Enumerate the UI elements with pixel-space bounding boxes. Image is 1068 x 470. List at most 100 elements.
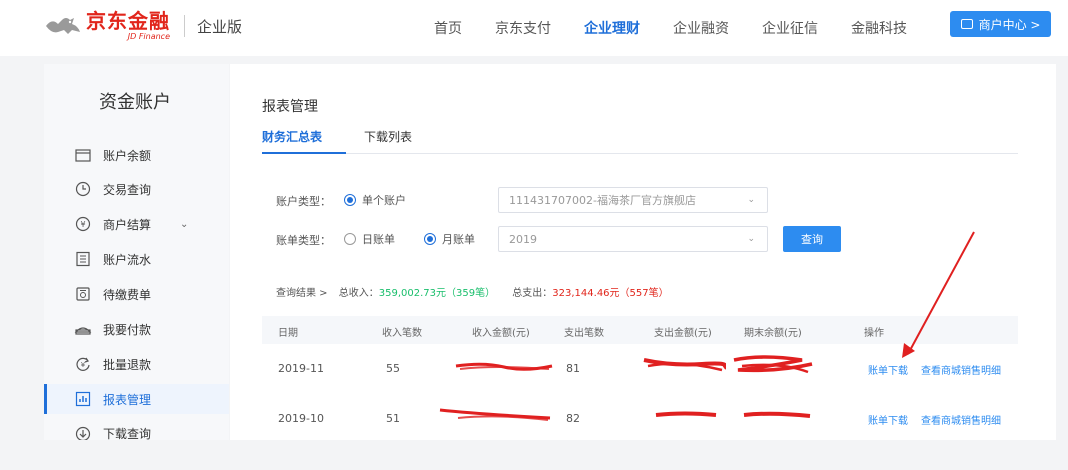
cell-income-count: 51 [386,412,400,425]
jd-dog-logo-icon [44,12,84,40]
sidebar-item-label: 账户余额 [103,148,152,163]
radio-label: 单个账户 [362,194,406,207]
top-bar: 京东金融 JD Finance 企业版 首页 京东支付 企业理财 企业融资 企业… [0,0,1068,56]
logo-divider [184,15,185,37]
radio-daily-bill[interactable]: 日账单 [344,231,395,247]
sidebar-item-label: 报表管理 [103,392,152,407]
clock-icon [74,180,92,198]
brand-name-cn: 京东金融 [86,9,170,33]
sidebar-item-transaction-query[interactable]: 交易查询 [44,174,229,204]
svg-text:¥: ¥ [81,361,86,369]
table-row: 2019-11 55 81 账单下载 查看商城销售明细 [262,348,1018,388]
sidebar-item-account-balance[interactable]: 账户余额 [44,140,229,170]
chevron-down-icon: ⌄ [747,234,755,244]
income-label: 总收入： [338,288,379,299]
report-tabs: 财务汇总表 下载列表 [262,128,1018,154]
nav-item-fintech[interactable]: 金融科技 [851,18,907,38]
yen-icon: ¥ [74,215,92,233]
bill-download-link[interactable]: 账单下载 [868,362,908,377]
chevron-down-icon: ⌄ [747,195,755,205]
expense-value: 323,144.46元（557笔） [552,288,669,299]
query-summary: 查询结果 > 总收入：359,002.73元（359笔） 总支出：323,144… [276,284,669,299]
tab-download-list[interactable]: 下载列表 [364,128,412,154]
account-type-label: 账户类型： [276,195,331,208]
brand-name-en: JD Finance [127,32,170,41]
sidebar-item-make-payment[interactable]: 我要付款 [44,314,229,344]
active-indicator [44,384,47,414]
cell-date: 2019-11 [278,362,324,375]
wallet-icon [74,146,92,164]
bill-download-link[interactable]: 账单下载 [868,412,908,427]
cell-expense-count: 82 [566,412,580,425]
merchant-center-label: 商户中心 > [978,17,1041,32]
nav-item-enterprise-wealth[interactable]: 企业理财 [584,18,640,38]
redaction-scribble [655,411,717,417]
sidebar-item-label: 待缴费单 [103,287,152,302]
sidebar-item-label: 下载查询 [103,427,152,440]
col-income-amount: 收入金额(元) [472,328,530,339]
table-header: 日期 收入笔数 收入金额(元) 支出笔数 支出金额(元) 期末余额(元) 操作 [262,316,1018,344]
ledger-icon [74,250,92,268]
nav-item-enterprise-financing[interactable]: 企业融资 [673,18,729,38]
jd-finance-logo[interactable]: 京东金融 JD Finance 企业版 [44,8,242,44]
sidebar-item-account-flow[interactable]: 账户流水 [44,244,229,274]
table-row: 2019-10 51 82 账单下载 查看商城销售明细 [262,398,1018,438]
chevron-down-icon[interactable]: ⌄ [180,219,188,230]
summary-label: 查询结果 > [276,288,328,299]
cell-date: 2019-10 [278,412,324,425]
nav-item-enterprise-credit[interactable]: 企业征信 [762,18,818,38]
sidebar: 资金账户 账户余额 交易查询 ¥ 商户结算 ⌄ 账户流水 待缴费单 我要付款 ¥… [44,64,229,440]
redaction-scribble [643,358,726,372]
main-panel: 报表管理 财务汇总表 下载列表 账户类型： 单个账户 111431707002-… [230,64,1056,440]
sidebar-item-download-query[interactable]: 下载查询 [44,419,229,440]
account-select[interactable]: 111431707002-福海茶厂官方旗舰店 ⌄ [498,187,768,213]
expense-label: 总支出： [512,288,553,299]
merchant-center-button[interactable]: 商户中心 > [950,11,1051,37]
col-expense-amount: 支出金额(元) [654,328,712,339]
tab-financial-summary[interactable]: 财务汇总表 [262,128,346,154]
nav-item-home[interactable]: 首页 [434,18,462,38]
radio-circle [344,194,356,206]
view-mall-sales-detail-link[interactable]: 查看商城销售明细 [921,412,1001,427]
income-value: 359,002.73元（359笔） [378,288,496,299]
sidebar-item-pending-bills[interactable]: 待缴费单 [44,279,229,309]
radio-circle [344,233,356,245]
col-actions: 操作 [864,328,884,339]
col-date: 日期 [278,328,298,339]
sidebar-item-merchant-settlement[interactable]: ¥ 商户结算 ⌄ [44,209,229,239]
cell-expense-count: 81 [566,362,580,375]
sidebar-item-label: 批量退款 [103,357,152,372]
edition-label: 企业版 [197,17,243,36]
sidebar-item-label: 账户流水 [103,252,152,267]
redaction-scribble [743,411,811,418]
radio-label: 月账单 [442,233,475,246]
page-title: 报表管理 [262,99,318,115]
col-expense-count: 支出笔数 [564,328,604,339]
svg-text:¥: ¥ [80,220,85,229]
sidebar-title: 资金账户 [99,92,171,113]
redaction-scribble [439,408,551,421]
redaction-scribble [455,362,553,371]
radio-monthly-bill[interactable]: 月账单 [424,231,475,247]
col-income-count: 收入笔数 [382,328,422,339]
refund-icon: ¥ [74,355,92,373]
sidebar-item-report-management[interactable]: 报表管理 [44,384,229,414]
bill-icon [74,285,92,303]
nav-item-jd-pay[interactable]: 京东支付 [495,18,551,38]
query-button[interactable]: 查询 [783,226,841,252]
sidebar-item-batch-refund[interactable]: ¥ 批量退款 [44,349,229,379]
main-nav: 首页 京东支付 企业理财 企业融资 企业征信 金融科技 [434,18,940,38]
year-select-value: 2019 [509,232,537,246]
sidebar-item-label: 我要付款 [103,322,152,337]
redaction-scribble [733,355,813,374]
cell-income-count: 55 [386,362,400,375]
year-select[interactable]: 2019 ⌄ [498,226,768,252]
radio-label: 日账单 [362,233,395,246]
sidebar-item-label: 交易查询 [103,182,152,197]
radio-single-account[interactable]: 单个账户 [344,192,406,208]
bill-type-label: 账单类型： [276,234,331,247]
merchant-icon [960,19,973,29]
view-mall-sales-detail-link[interactable]: 查看商城销售明细 [921,362,1001,377]
report-chart-icon [74,390,92,408]
download-icon [74,425,92,440]
